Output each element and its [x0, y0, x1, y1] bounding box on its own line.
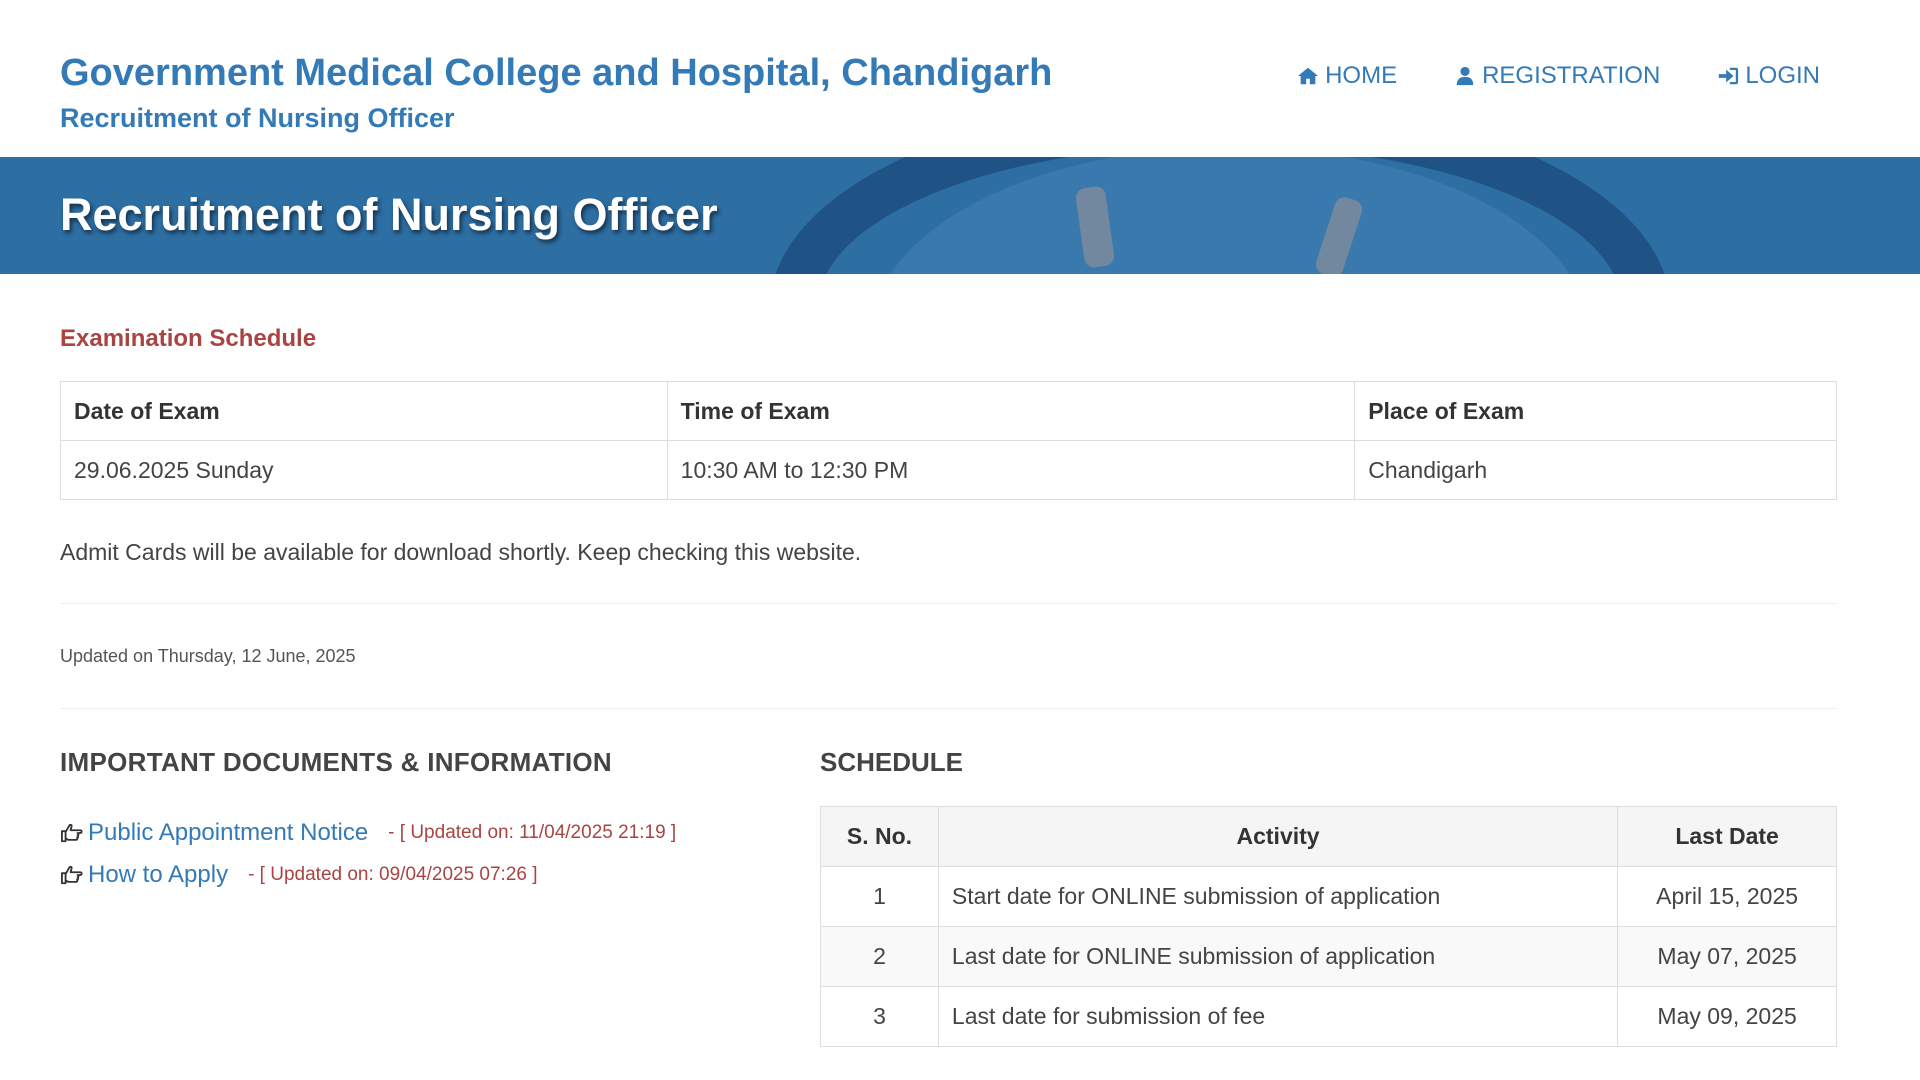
- site-header: Government Medical College and Hospital,…: [0, 0, 1920, 157]
- column-header-activity: Activity: [937, 806, 1619, 867]
- table-row: 2 Last date for ONLINE submission of app…: [820, 926, 1837, 987]
- exam-schedule-heading: Examination Schedule: [60, 325, 317, 352]
- exam-time-cell: 10:30 AM to 12:30 PM: [666, 440, 1356, 500]
- column-header-time: Time of Exam: [666, 381, 1356, 441]
- schedule-heading: SCHEDULE: [820, 747, 964, 777]
- column-header-serial: S. No.: [820, 806, 939, 867]
- list-item: How to Apply - [ Updated on: 09/04/2025 …: [60, 854, 676, 896]
- list-item: Public Appointment Notice - [ Updated on…: [60, 812, 676, 854]
- nav-login-link[interactable]: LOGIN: [1717, 62, 1820, 90]
- hand-pointing-right-icon: [61, 865, 83, 885]
- table-row: 3 Last date for submission of fee May 09…: [820, 986, 1837, 1047]
- table-header-row: S. No. Activity Last Date: [820, 806, 1837, 867]
- how-to-apply-link[interactable]: How to Apply: [88, 861, 228, 889]
- serial-cell: 1: [820, 866, 939, 927]
- document-updated-meta: - [ Updated on: 11/04/2025 21:19 ]: [388, 822, 677, 843]
- home-icon: [1297, 67, 1319, 85]
- document-updated-meta: - [ Updated on: 09/04/2025 07:26 ]: [248, 864, 538, 885]
- hand-pointing-right-icon: [61, 823, 83, 843]
- admit-card-note: Admit Cards will be available for downlo…: [60, 539, 862, 565]
- sign-in-icon: [1719, 67, 1739, 85]
- exam-schedule-table: Date of Exam Time of Exam Place of Exam …: [60, 381, 1837, 500]
- divider: [60, 603, 1837, 604]
- updated-on-text: Updated on Thursday, 12 June, 2025: [60, 646, 356, 666]
- activity-cell: Start date for ONLINE submission of appl…: [937, 866, 1619, 927]
- last-date-cell: May 09, 2025: [1617, 986, 1837, 1047]
- exam-place-cell: Chandigarh: [1354, 440, 1837, 500]
- schedule-table: S. No. Activity Last Date 1 Start date f…: [820, 806, 1837, 1047]
- column-header-place: Place of Exam: [1354, 381, 1837, 441]
- column-header-last-date: Last Date: [1617, 806, 1837, 867]
- nav-registration-link[interactable]: REGISTRATION: [1454, 62, 1660, 90]
- nav-home-label: HOME: [1325, 62, 1398, 89]
- divider: [60, 708, 1837, 709]
- activity-cell: Last date for submission of fee: [937, 986, 1619, 1047]
- public-appointment-notice-link[interactable]: Public Appointment Notice: [88, 819, 368, 847]
- documents-list: Public Appointment Notice - [ Updated on…: [60, 812, 676, 896]
- nav-home-link[interactable]: HOME: [1297, 62, 1397, 90]
- serial-cell: 2: [820, 926, 939, 987]
- activity-cell: Last date for ONLINE submission of appli…: [937, 926, 1619, 987]
- column-header-date: Date of Exam: [60, 381, 668, 441]
- table-row: 29.06.2025 Sunday 10:30 AM to 12:30 PM C…: [60, 440, 1837, 500]
- table-header-row: Date of Exam Time of Exam Place of Exam: [60, 381, 1837, 441]
- main-nav: HOME REGISTRATION LOGIN: [1297, 62, 1820, 90]
- banner-title: Recruitment of Nursing Officer: [60, 189, 718, 240]
- site-subtitle: Recruitment of Nursing Officer: [60, 103, 455, 133]
- last-date-cell: April 15, 2025: [1617, 866, 1837, 927]
- exam-date-cell: 29.06.2025 Sunday: [60, 440, 668, 500]
- last-date-cell: May 07, 2025: [1617, 926, 1837, 987]
- user-icon: [1456, 66, 1474, 86]
- documents-heading: IMPORTANT DOCUMENTS & INFORMATION: [60, 747, 613, 777]
- table-row: 1 Start date for ONLINE submission of ap…: [820, 866, 1837, 927]
- page-banner: Recruitment of Nursing Officer: [0, 157, 1920, 274]
- site-title: Government Medical College and Hospital,…: [60, 52, 1053, 94]
- nav-registration-label: REGISTRATION: [1482, 62, 1661, 89]
- serial-cell: 3: [820, 986, 939, 1047]
- nav-login-label: LOGIN: [1745, 62, 1820, 89]
